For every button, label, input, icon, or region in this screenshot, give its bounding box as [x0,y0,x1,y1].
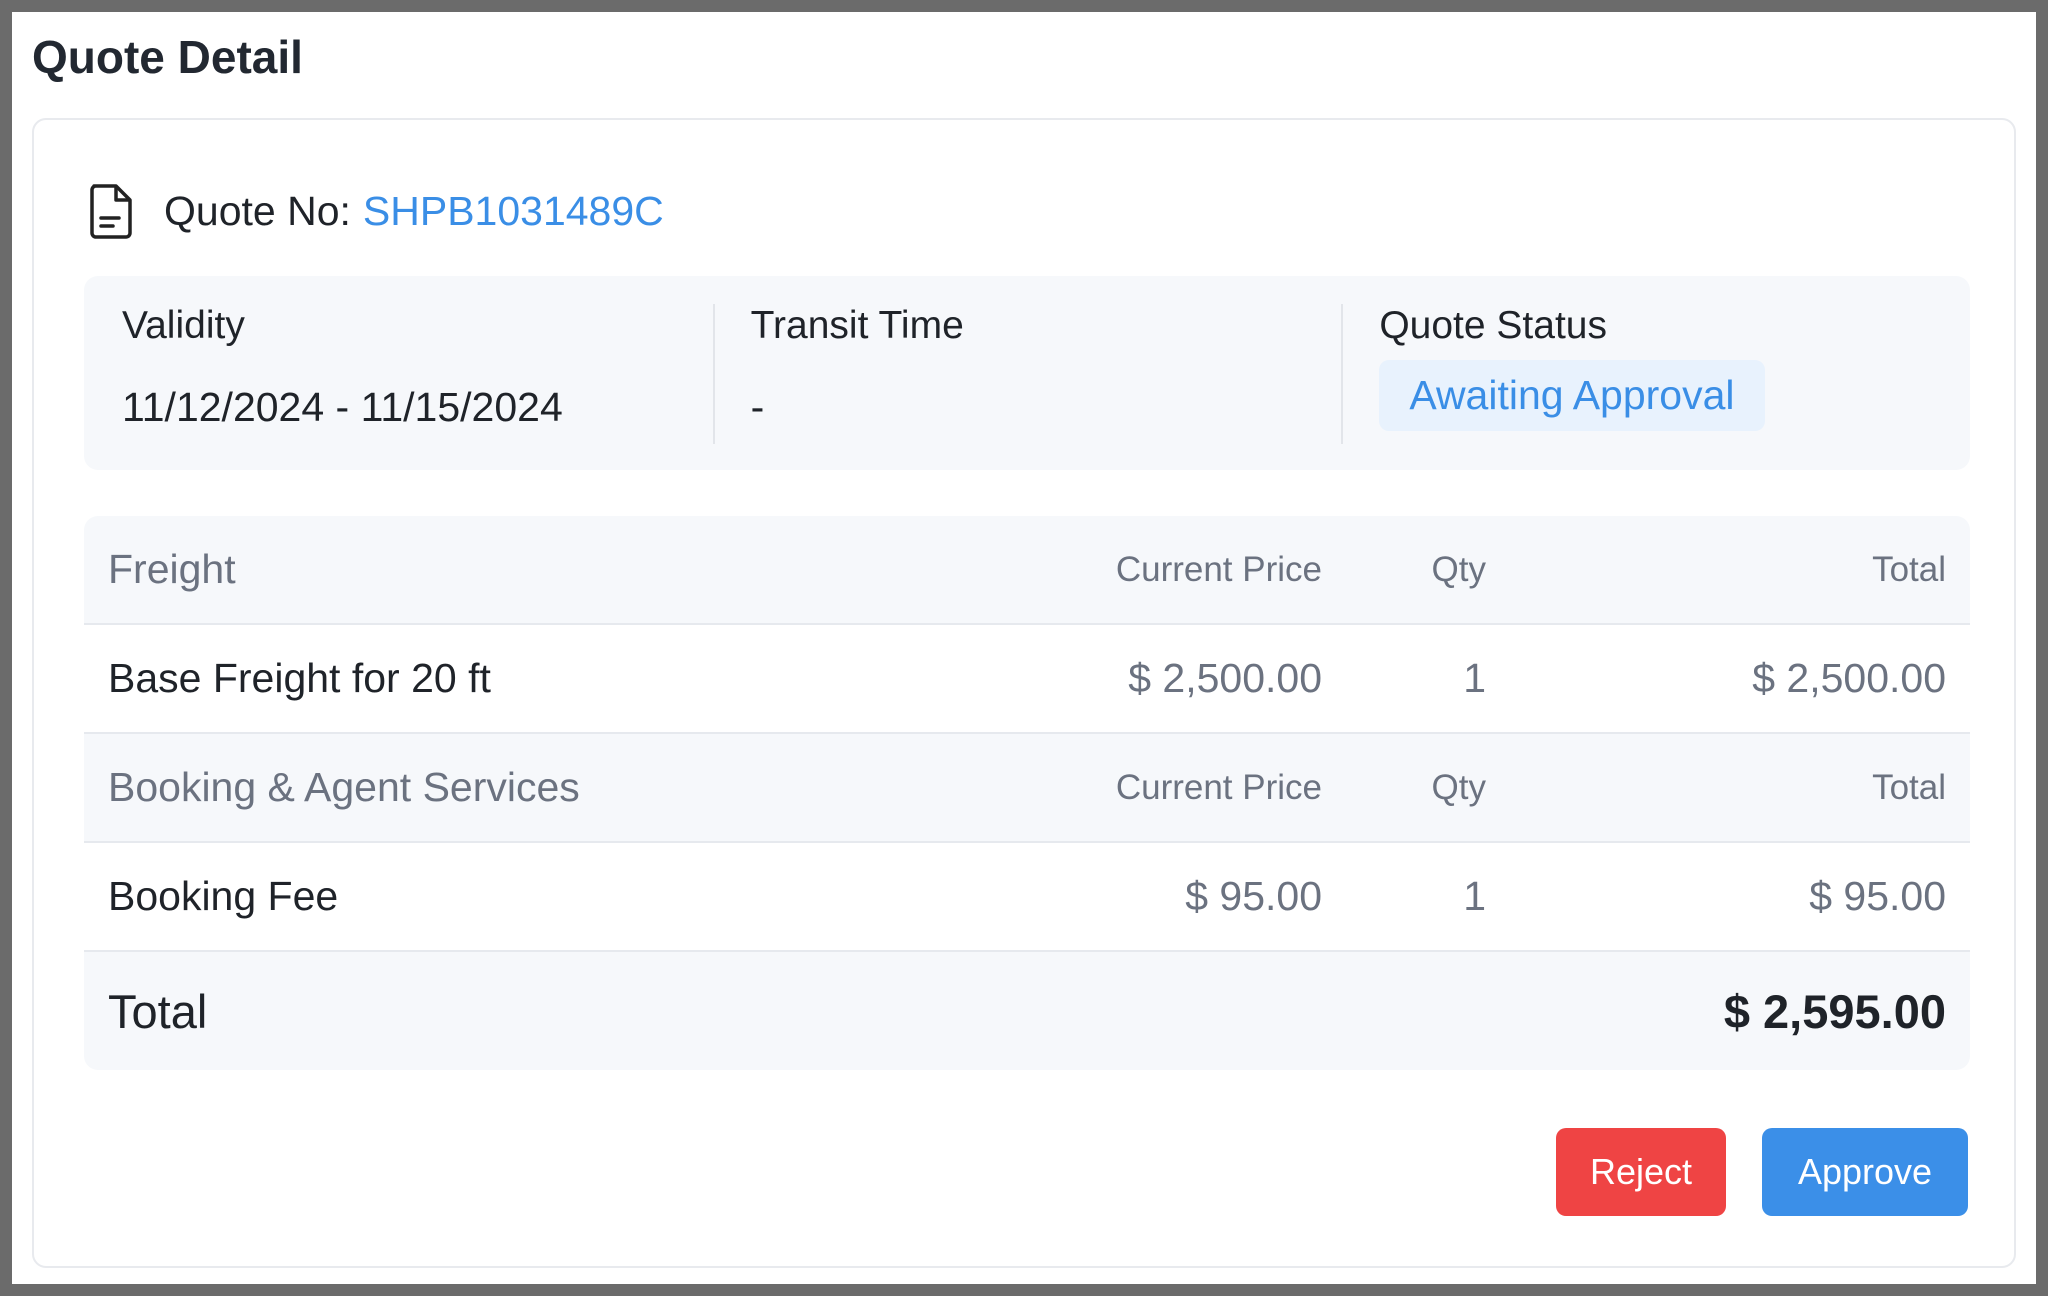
quote-status-section: Quote Status Awaiting Approval [1341,276,1970,470]
section-header-booking: Booking & Agent Services Current Price Q… [84,734,1970,843]
item-qty: 1 [1463,873,1486,919]
section-name: Freight [108,546,236,592]
quote-card: Quote No: SHPB1031489C Validity 11/12/20… [32,118,2016,1268]
quote-number-label: Quote No: [164,187,351,234]
quote-number-link[interactable]: SHPB1031489C [363,188,664,235]
item-total: $ 95.00 [1809,873,1946,919]
app-frame: Quote Detail Quote No: SHPB1031489C Vali… [12,12,2036,1284]
grand-total-label: Total [108,984,208,1038]
table-row: Base Freight for 20 ft $ 2,500.00 1 $ 2,… [84,625,1970,734]
page-title: Quote Detail [32,31,303,83]
charges-table: Freight Current Price Qty Total Base Fre… [84,516,1970,1070]
item-price: $ 95.00 [1185,873,1322,919]
validity-label: Validity [122,304,245,347]
document-icon [90,184,132,239]
column-header-total: Total [1872,767,1946,807]
transit-time-label: Transit Time [750,304,964,347]
column-header-price: Current Price [1115,549,1322,589]
reject-button[interactable]: Reject [1556,1128,1726,1216]
validity-value: 11/12/2024 - 11/15/2024 [122,384,563,430]
quote-number-row: Quote No: SHPB1031489C [88,176,664,246]
status-badge: Awaiting Approval [1379,360,1765,431]
item-price: $ 2,500.00 [1128,655,1322,701]
grand-total-value: $ 2,595.00 [1723,984,1946,1038]
item-name: Booking Fee [108,873,339,919]
quote-info-panel: Validity 11/12/2024 - 11/15/2024 Transit… [84,276,1970,470]
section-name: Booking & Agent Services [108,764,580,810]
approve-button[interactable]: Approve [1762,1128,1968,1216]
column-header-qty: Qty [1431,549,1486,589]
item-total: $ 2,500.00 [1752,655,1946,701]
transit-time-value: - [750,384,765,430]
column-header-price: Current Price [1115,767,1322,807]
table-row: Booking Fee $ 95.00 1 $ 95.00 [84,843,1970,952]
transit-time-section: Transit Time - [712,276,1342,470]
column-header-total: Total [1872,549,1946,589]
section-header-freight: Freight Current Price Qty Total [84,516,1970,625]
item-qty: 1 [1463,655,1486,701]
column-header-qty: Qty [1431,767,1486,807]
quote-status-label: Quote Status [1379,304,1607,347]
validity-section: Validity 11/12/2024 - 11/15/2024 [84,276,713,470]
grand-total-row: Total $ 2,595.00 [84,952,1970,1070]
item-name: Base Freight for 20 ft [108,655,491,701]
